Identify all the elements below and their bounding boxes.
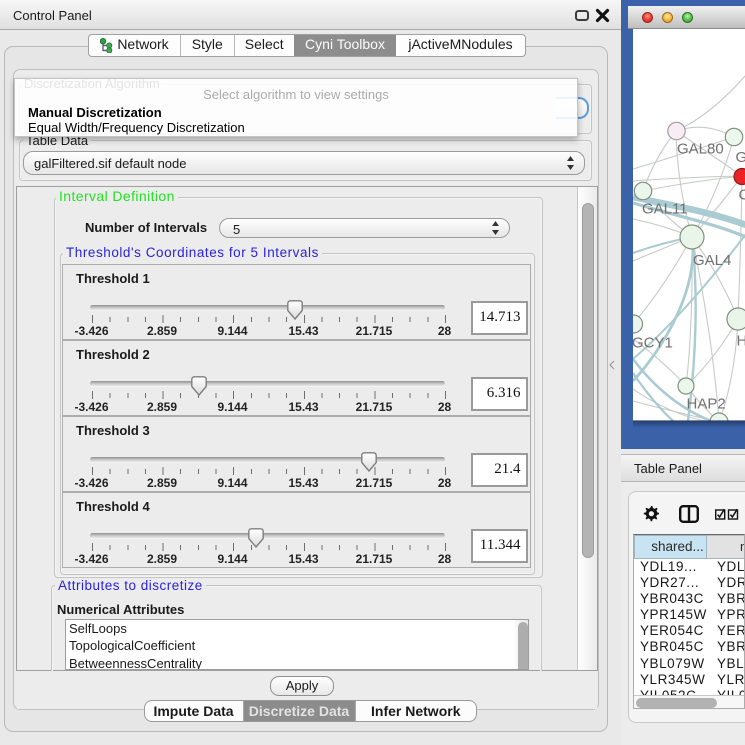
svg-text:HAP2: HAP2: [686, 395, 725, 412]
svg-text:GAL11: GAL11: [642, 200, 688, 217]
svg-text:GAL4: GAL4: [693, 252, 731, 269]
svg-text:GCY1: GCY1: [633, 334, 673, 351]
svg-text:GAL80: GAL80: [677, 140, 724, 157]
svg-text:HI: HI: [736, 332, 745, 349]
svg-text:GAL1: GAL1: [735, 149, 745, 166]
svg-text:CY: CY: [738, 186, 745, 203]
